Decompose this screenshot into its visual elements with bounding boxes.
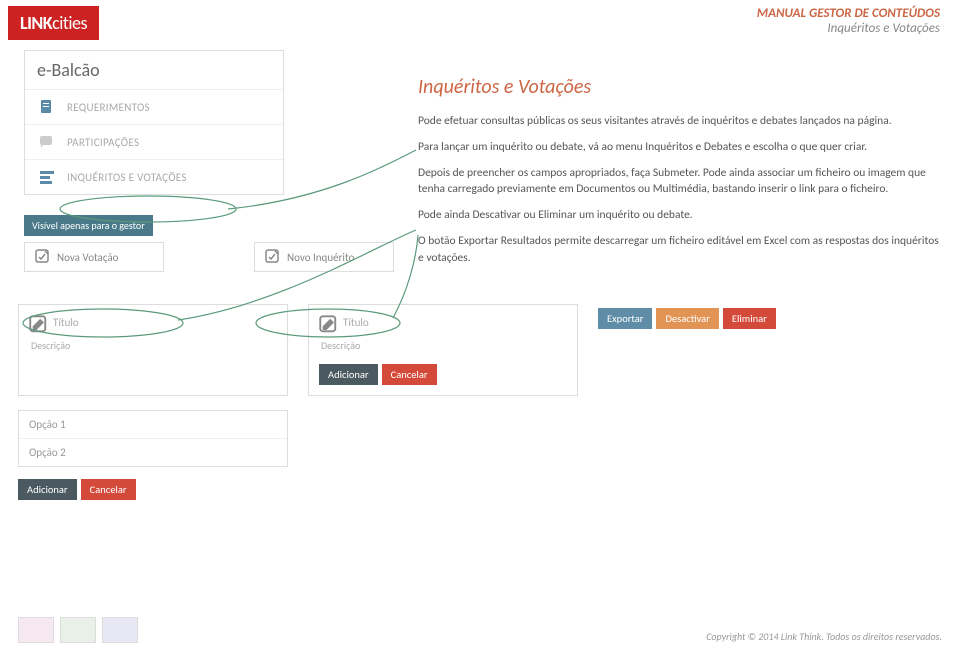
adicionar-button[interactable]: Adicionar [319,364,378,385]
manual-subtitle: Inquéritos e Votações [757,21,940,36]
article-p1: Pode efetuar consultas públicas os seus … [418,113,942,129]
edit-icon [29,315,45,331]
footer-logos [18,617,138,643]
article-p4: Pode ainda Descativar ou Eliminar um inq… [418,207,942,223]
article-p2: Para lançar um inquérito ou debate, vá a… [418,139,942,155]
novo-inquerito-button[interactable]: Novo Inquérito [254,242,394,272]
sidebar-item-participacoes[interactable]: PARTICIPAÇÕES [25,125,283,160]
brand-logo: LINKcities [8,6,99,40]
article-p5: O botão Exportar Resultados permite desc… [418,233,942,265]
descricao-input[interactable]: Descrição [31,339,277,352]
adicionar-button[interactable]: Adicionar [18,479,77,500]
copyright-text: Copyright © 2014 Link Think. Todos os di… [706,630,942,643]
checkbox-edit-icon [265,249,281,265]
opcao-row[interactable]: Opção 1 [19,411,287,439]
sidebar-item-requerimentos[interactable]: REQUERIMENTOS [25,90,283,125]
titulo-input[interactable]: Título [53,316,277,329]
nova-votacao-button[interactable]: Nova Votação [24,242,164,272]
opcoes-card: Opção 1 Opção 2 [18,410,288,467]
cancelar-button[interactable]: Cancelar [81,479,136,500]
desactivar-button[interactable]: Desactivar [656,308,718,329]
bars-icon [37,168,57,186]
inquerito-form-card: Título Descrição Adicionar Cancelar [308,304,578,396]
document-icon [37,98,57,116]
titulo-input[interactable]: Título [343,316,567,329]
novo-inquerito-label: Novo Inquérito [287,251,354,264]
descricao-input[interactable]: Descrição [321,339,567,352]
manual-title: MANUAL GESTOR DE CONTEÚDOS [757,6,940,21]
article-title: Inquéritos e Votações [418,75,942,99]
cancelar-button[interactable]: Cancelar [382,364,437,385]
checkbox-edit-icon [35,249,51,265]
qren-logo [60,617,96,643]
ue-logo [102,617,138,643]
votacao-form-card: Título Descrição [18,304,288,396]
eliminar-button[interactable]: Eliminar [723,308,776,329]
sidebar-item-label: INQUÉRITOS E VOTAÇÕES [67,171,187,184]
article-p3: Depois de preencher os campos apropriado… [418,165,942,197]
sidebar-heading: e-Balcão [25,51,283,90]
exportar-button[interactable]: Exportar [598,308,652,329]
opcao-row[interactable]: Opção 2 [19,439,287,466]
nova-votacao-label: Nova Votação [57,251,118,264]
por-lisboa-logo [18,617,54,643]
chat-icon [37,133,57,151]
sidebar-item-label: PARTICIPAÇÕES [67,136,139,149]
sidebar-ebalcao: e-Balcão REQUERIMENTOS PARTICIPAÇÕES INQ… [24,50,284,195]
gestor-only-badge: Visível apenas para o gestor [24,215,153,236]
sidebar-item-label: REQUERIMENTOS [67,101,150,114]
edit-icon [319,315,335,331]
sidebar-item-inqueritos[interactable]: INQUÉRITOS E VOTAÇÕES [25,160,283,194]
